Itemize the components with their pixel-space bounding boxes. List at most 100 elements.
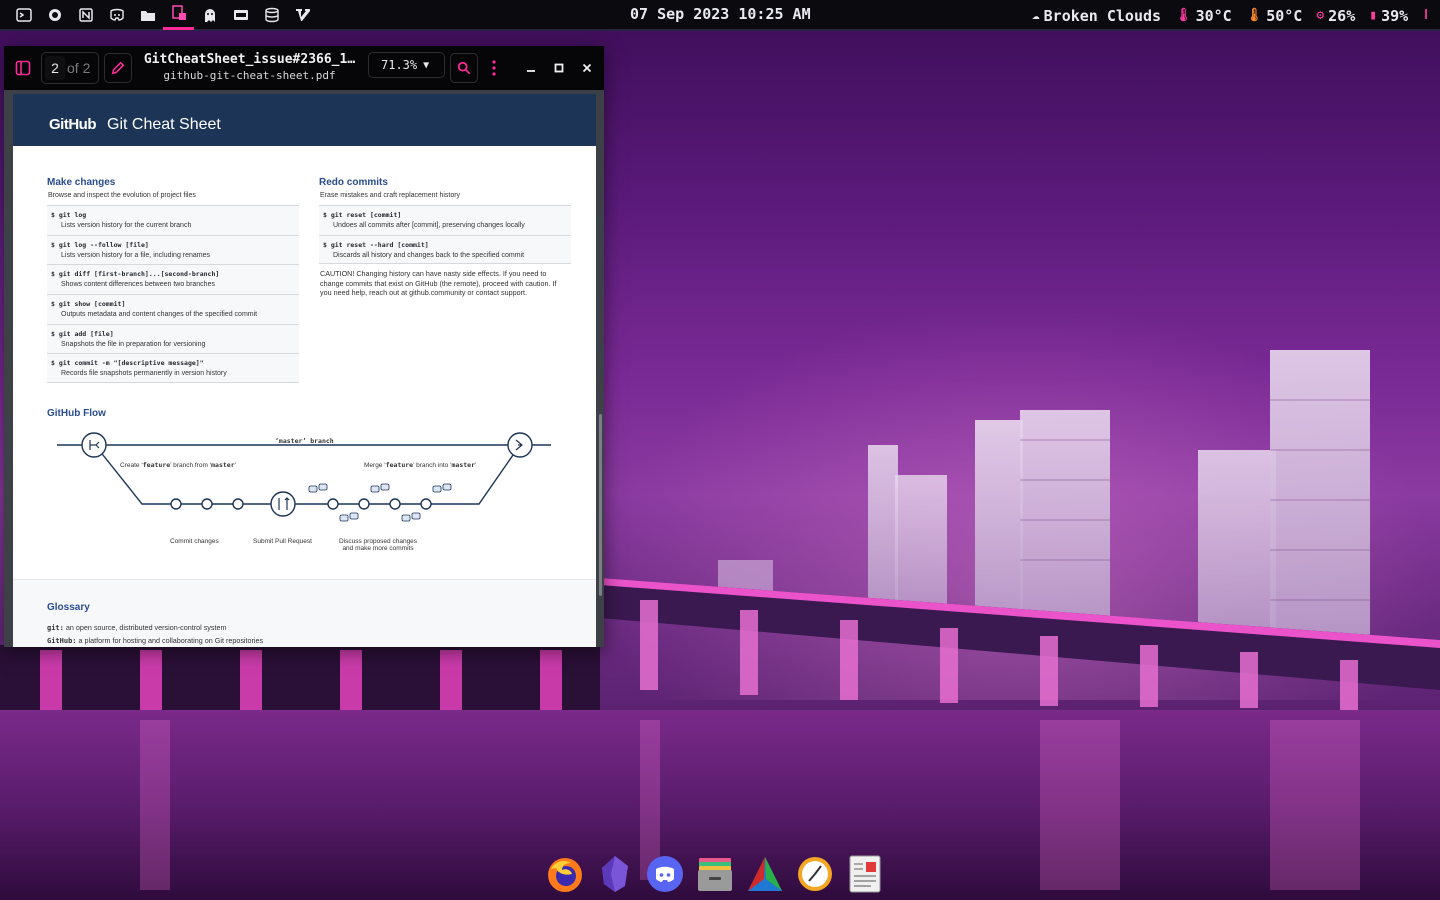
command-row: $ git commit -m "[descriptive message]" … xyxy=(47,353,299,383)
clock[interactable]: 07 Sep 2023 10:25 AM xyxy=(630,0,811,31)
glossary-item: git: an open source, distributed version… xyxy=(47,623,226,632)
document-viewer-icon[interactable] xyxy=(845,853,884,895)
annotate-button[interactable] xyxy=(104,53,132,83)
clock-icon[interactable] xyxy=(795,853,834,895)
weather-widget[interactable]: ☁ Broken Clouds xyxy=(1032,7,1161,25)
notion-icon[interactable] xyxy=(70,0,101,30)
command-description: Undoes all commits after [commit], prese… xyxy=(333,222,525,229)
comment-icon xyxy=(349,512,359,520)
commit-dot xyxy=(327,498,339,510)
master-branch-label: ‘master’ branch xyxy=(275,437,334,445)
pdf-icon[interactable] xyxy=(225,0,256,30)
close-button[interactable] xyxy=(575,56,599,80)
memory-widget[interactable]: ▮ 39% xyxy=(1369,7,1408,25)
page-selector[interactable]: 2 of 2 xyxy=(41,52,99,84)
glossary-definition: a platform for hosting and collaborating… xyxy=(76,636,264,645)
maximize-button[interactable] xyxy=(547,56,571,80)
document-canvas[interactable]: GitHub Git Cheat Sheet Make changes Brow… xyxy=(4,90,604,647)
ghost-icon[interactable] xyxy=(194,0,225,30)
label-text: ’ branch into ‘ xyxy=(413,462,452,469)
obsidian-icon[interactable] xyxy=(595,853,634,895)
commit-changes-label: Commit changes xyxy=(170,538,219,545)
command-text: $ git commit -m "[descriptive message]" xyxy=(51,359,204,367)
main-menu-button[interactable] xyxy=(482,53,506,83)
temperature-text: 30°C xyxy=(1195,6,1232,25)
page-header-band: GitHub Git Cheat Sheet xyxy=(13,94,596,146)
comment-icon xyxy=(318,483,328,491)
label-code: feature xyxy=(142,461,171,469)
command-description: Discards all history and changes back to… xyxy=(333,252,525,259)
pull-request-node xyxy=(270,491,296,517)
discord-icon[interactable] xyxy=(101,0,132,30)
section-subtitle: Browse and inspect the evolution of proj… xyxy=(48,192,196,199)
page-number-input[interactable]: 2 xyxy=(45,56,65,80)
feature-branch-line xyxy=(94,444,521,505)
archive-manager-icon[interactable] xyxy=(695,853,734,895)
label-text: Create ‘ xyxy=(120,462,143,469)
document-title: GitCheatSheet_issue#2366_1… xyxy=(143,52,356,67)
cloud-icon: ☁ xyxy=(1031,8,1040,23)
commit-dot xyxy=(358,498,370,510)
database-icon[interactable] xyxy=(256,0,287,30)
workspace-launcher xyxy=(0,0,318,30)
command-row: $ git reset [commit] Undoes all commits … xyxy=(319,205,571,235)
discuss-line-2: and make more commits xyxy=(342,545,414,552)
minimize-icon xyxy=(527,70,535,72)
terminal-icon[interactable] xyxy=(8,0,39,30)
refresh-icon[interactable] xyxy=(39,0,70,30)
cpu-usage-widget[interactable]: ⚙ 26% xyxy=(1316,7,1355,25)
discuss-line-1: Discuss proposed changes xyxy=(339,538,418,545)
command-description: Snapshots the file in preparation for ve… xyxy=(61,341,206,348)
vim-icon[interactable] xyxy=(287,0,318,30)
zoom-dropdown[interactable]: 71.3% ▼ xyxy=(368,52,445,78)
comment-icon xyxy=(339,514,349,522)
close-icon xyxy=(582,63,592,73)
comment-icon xyxy=(432,485,442,493)
sidebar-icon xyxy=(15,60,31,76)
label-text: ’ xyxy=(475,462,477,469)
thermometer-icon: 🌡 xyxy=(1245,8,1263,23)
chevron-down-icon: ▼ xyxy=(423,59,430,71)
glossary-section: Glossary git: an open source, distribute… xyxy=(13,579,596,647)
comment-icon xyxy=(380,483,390,491)
cmake-icon[interactable] xyxy=(745,853,784,895)
cpu-temp-widget[interactable]: 🌡 50°C xyxy=(1246,7,1303,25)
cpu-usage-text: 26% xyxy=(1328,6,1356,25)
glossary-term: GitHub: xyxy=(47,637,77,645)
search-icon xyxy=(457,61,471,75)
folder-icon[interactable] xyxy=(132,0,163,30)
label-code: master xyxy=(211,461,235,469)
command-text: $ git log --follow [file] xyxy=(51,241,149,249)
minimize-button[interactable] xyxy=(519,56,543,80)
vertical-scrollbar[interactable] xyxy=(599,414,602,596)
document-title-block: GitCheatSheet_issue#2366_1… github-git-c… xyxy=(137,52,362,82)
power-widget[interactable]: ǀ xyxy=(1422,8,1430,23)
command-text: $ git add [file] xyxy=(51,330,114,338)
commit-dot xyxy=(232,498,244,510)
firefox-icon[interactable] xyxy=(545,853,584,895)
temperature-widget[interactable]: 🌡 30°C xyxy=(1175,7,1232,25)
section-subtitle: Erase mistakes and craft replacement his… xyxy=(320,192,461,199)
command-description: Lists version history for a file, includ… xyxy=(61,252,211,259)
document-filename: github-git-cheat-sheet.pdf xyxy=(163,69,336,82)
pdf-viewer-icon[interactable] xyxy=(163,0,194,30)
command-text: $ git reset --hard [commit] xyxy=(323,241,429,249)
viewer-headerbar: 2 of 2 GitCheatSheet_issue#2366_1… githu… xyxy=(4,46,604,90)
cpu-temp-text: 50°C xyxy=(1266,6,1303,25)
command-text: $ git log xyxy=(51,211,87,219)
top-panel: 07 Sep 2023 10:25 AM ☁ Broken Clouds 🌡 3… xyxy=(0,0,1440,31)
command-row: $ git log --follow [file] Lists version … xyxy=(47,235,299,264)
status-tray: ☁ Broken Clouds 🌡 30°C 🌡 50°C ⚙ 26% ▮ 39… xyxy=(1032,0,1430,31)
label-text: ’ xyxy=(234,462,237,469)
page-count: of 2 xyxy=(67,60,91,76)
search-button[interactable] xyxy=(450,53,478,83)
maximize-icon xyxy=(554,63,564,73)
comment-icon xyxy=(308,485,318,493)
comment-icon xyxy=(411,512,421,520)
power-icon: ǀ xyxy=(1422,8,1430,23)
sidebar-toggle-button[interactable] xyxy=(8,53,38,83)
comment-icon xyxy=(370,485,380,493)
commit-dot xyxy=(420,498,432,510)
discord-icon[interactable] xyxy=(645,853,684,895)
commit-dot xyxy=(389,498,401,510)
